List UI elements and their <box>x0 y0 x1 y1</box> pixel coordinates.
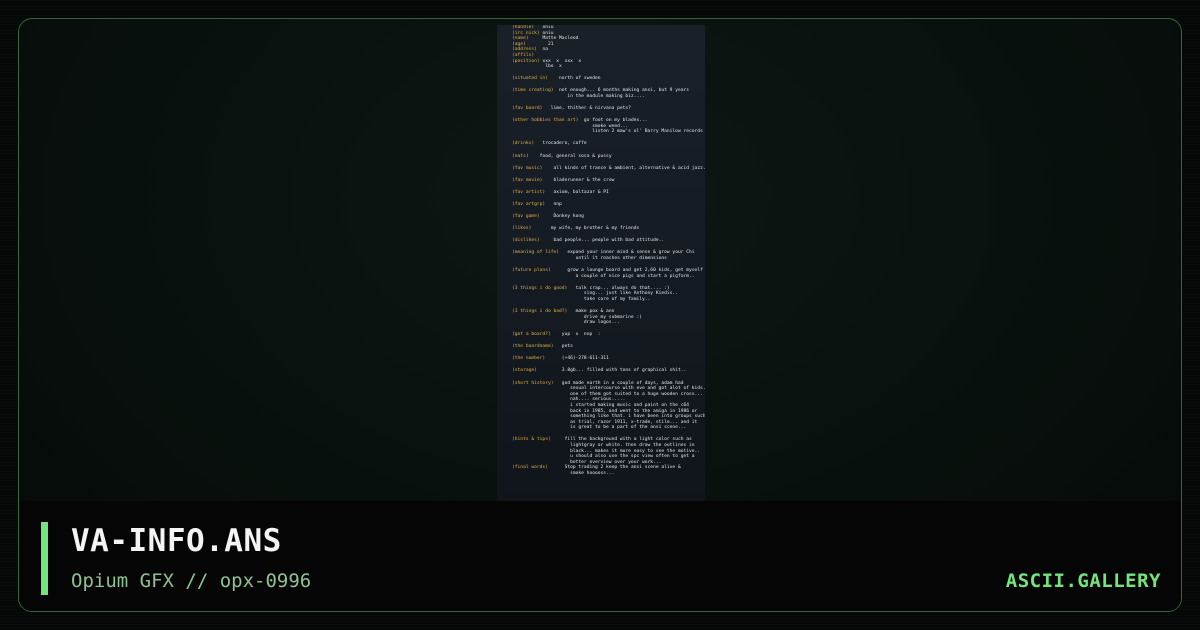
art-field-value: bad people... people with bad attitude.. <box>539 238 665 244</box>
art-field-value: draw logos... <box>512 320 620 326</box>
art-field-key: (got a board?) <box>512 332 551 338</box>
ansi-artwork-preview[interactable]: (handle) oniu (irc nick) oniu (name) Matte… <box>497 25 705 507</box>
art-field-value: yup x nnp : <box>550 332 601 338</box>
art-field-value: all kinds of trance & ambient, alternati… <box>542 165 706 171</box>
art-text-row: smoke hooooss... <box>512 471 705 477</box>
art-text-row: (storage) 3.8gb... filled with tons of g… <box>512 368 705 374</box>
art-field-value: trocadero, coffe <box>534 141 587 147</box>
art-field-key: (fav music) <box>512 165 543 171</box>
art-field-value: axiom, baltazar & PI <box>545 189 609 195</box>
art-field-value: pets <box>553 344 573 350</box>
artwork-credit: Opium GFX // opx-0996 <box>71 570 312 592</box>
art-field-key: (fav movie) <box>512 177 543 183</box>
art-text-row: a couple of nice pigs and start a pigfar… <box>512 274 705 280</box>
info-footer: VA-INFO.ANS Opium GFX // opx-0996 ASCII.… <box>19 501 1181 611</box>
art-field-value: my wife, my brother & my friends <box>531 226 640 232</box>
art-field-key: (storage) <box>512 368 537 374</box>
art-text-row: listen 2 maw's ol' Barry Manilow records <box>512 129 705 135</box>
art-field-value: bladerunner & the crow <box>542 177 615 183</box>
art-field-key: (fav game) <box>512 213 540 219</box>
art-field-key: (the boardname) <box>512 344 554 350</box>
art-field-value: Donkey kong <box>539 213 584 219</box>
art-field-key: (dislikes) <box>512 238 540 244</box>
art-field-value: lime, thither & nirvana pets? <box>542 106 631 112</box>
art-field-key: (fav board) <box>512 106 543 112</box>
art-field-value: smoke hooooss... <box>512 470 615 476</box>
art-field-value: a couple of nice pigs and start a pigfar… <box>512 273 695 279</box>
art-field-value: na <box>536 47 548 53</box>
art-field-key: (situated in) <box>512 76 548 82</box>
art-text-row: is great to be a part of the ansi scene.… <box>512 425 705 431</box>
accent-bar <box>41 522 48 595</box>
art-field-key: (eats) <box>512 153 529 159</box>
art-field-value: north of sweden <box>547 76 601 82</box>
art-field-value: in the module making biz.... <box>512 93 645 99</box>
art-text-row: (fav music) all kinds of trance & ambien… <box>512 166 705 172</box>
art-field-value: (+46)-278-611-311 <box>545 356 609 362</box>
art-field-value: 3.8gb... filled with tons of graphical s… <box>536 368 687 374</box>
art-field-key: (fav artgrp) <box>512 201 546 207</box>
art-field-key: (fav artist) <box>512 189 546 195</box>
art-field-value: listen 2 maw's ol' Barry Manilow records <box>512 129 703 135</box>
gallery-card: (handle) oniu (irc nick) oniu (name) Matte… <box>18 18 1182 612</box>
art-field-value: is great to be a part of the ansi scene.… <box>512 425 687 431</box>
art-field-key: (drinks) <box>512 141 535 147</box>
art-field-value: nnp <box>545 201 562 207</box>
art-field-value: take care of my family.. <box>512 296 651 302</box>
artwork-title: VA-INFO.ANS <box>71 523 282 559</box>
art-field-key: (the number) <box>512 356 546 362</box>
site-brand-link[interactable]: ASCII.GALLERY <box>1006 570 1161 592</box>
art-field-value: lbo x <box>512 64 562 70</box>
art-field-value: until it reaches other dimensions <box>512 255 667 261</box>
art-field-value: food, general sosa & pussy <box>528 153 612 159</box>
art-field-key: (likes) <box>512 226 532 232</box>
